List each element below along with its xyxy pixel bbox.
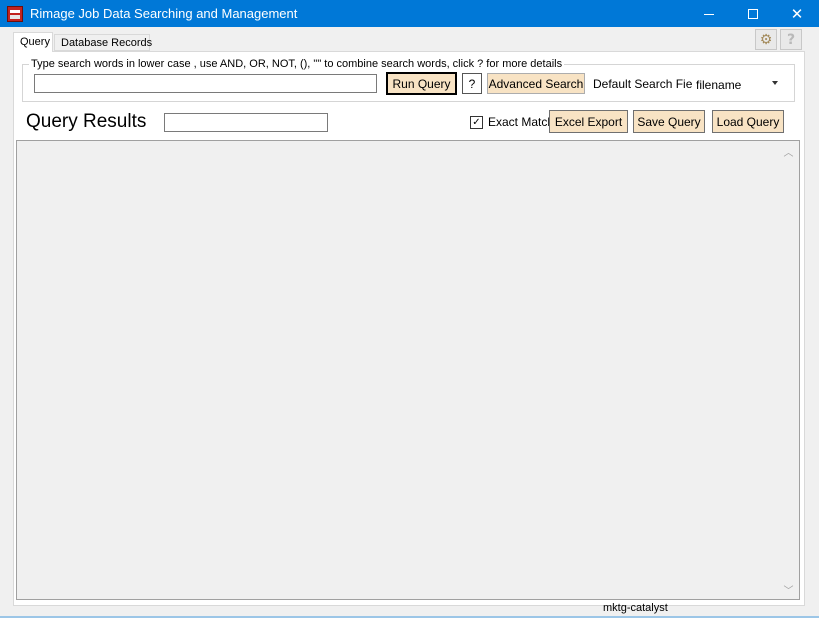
- load-query-button[interactable]: Load Query: [712, 110, 784, 133]
- maximize-icon: [748, 8, 758, 19]
- help-icon[interactable]: ?: [780, 29, 802, 50]
- results-filter-input[interactable]: [164, 113, 328, 132]
- results-title: Query Results: [26, 111, 147, 132]
- exact-match-label: Exact Match: [488, 115, 555, 129]
- minimize-button[interactable]: [686, 0, 732, 27]
- default-search-field-label: Default Search Field:: [593, 77, 706, 91]
- exact-match-checkbox[interactable]: ✓: [470, 116, 483, 129]
- tab-query[interactable]: Query: [13, 32, 53, 52]
- chevron-down-icon[interactable]: [772, 81, 778, 85]
- advanced-search-button[interactable]: Advanced Search: [487, 73, 585, 94]
- title-bar: Rimage Job Data Searching and Management…: [0, 0, 819, 27]
- gear-icon[interactable]: ⚙: [755, 29, 777, 50]
- minimize-icon: [704, 14, 714, 15]
- rimage-app-icon: [7, 6, 23, 22]
- search-instructions: Type search words in lower case , use AN…: [29, 58, 565, 70]
- chevron-down-icon[interactable]: ﹀: [780, 581, 797, 598]
- run-query-button[interactable]: Run Query: [386, 72, 457, 95]
- close-button[interactable]: ✕: [774, 0, 819, 27]
- status-text: mktg-catalyst: [603, 602, 668, 614]
- maximize-button[interactable]: [730, 0, 776, 27]
- excel-export-button[interactable]: Excel Export: [549, 110, 628, 133]
- chevron-up-icon[interactable]: ︿: [780, 143, 797, 160]
- search-input[interactable]: [34, 74, 377, 93]
- query-help-button[interactable]: ?: [462, 73, 482, 94]
- close-icon: ✕: [790, 5, 804, 23]
- tab-database-records[interactable]: Database Records: [54, 34, 152, 51]
- window-title: Rimage Job Data Searching and Management: [30, 6, 298, 21]
- save-query-button[interactable]: Save Query: [633, 110, 705, 133]
- results-grid[interactable]: [16, 140, 800, 600]
- results-scrollbar[interactable]: ︿ ﹀: [780, 141, 797, 599]
